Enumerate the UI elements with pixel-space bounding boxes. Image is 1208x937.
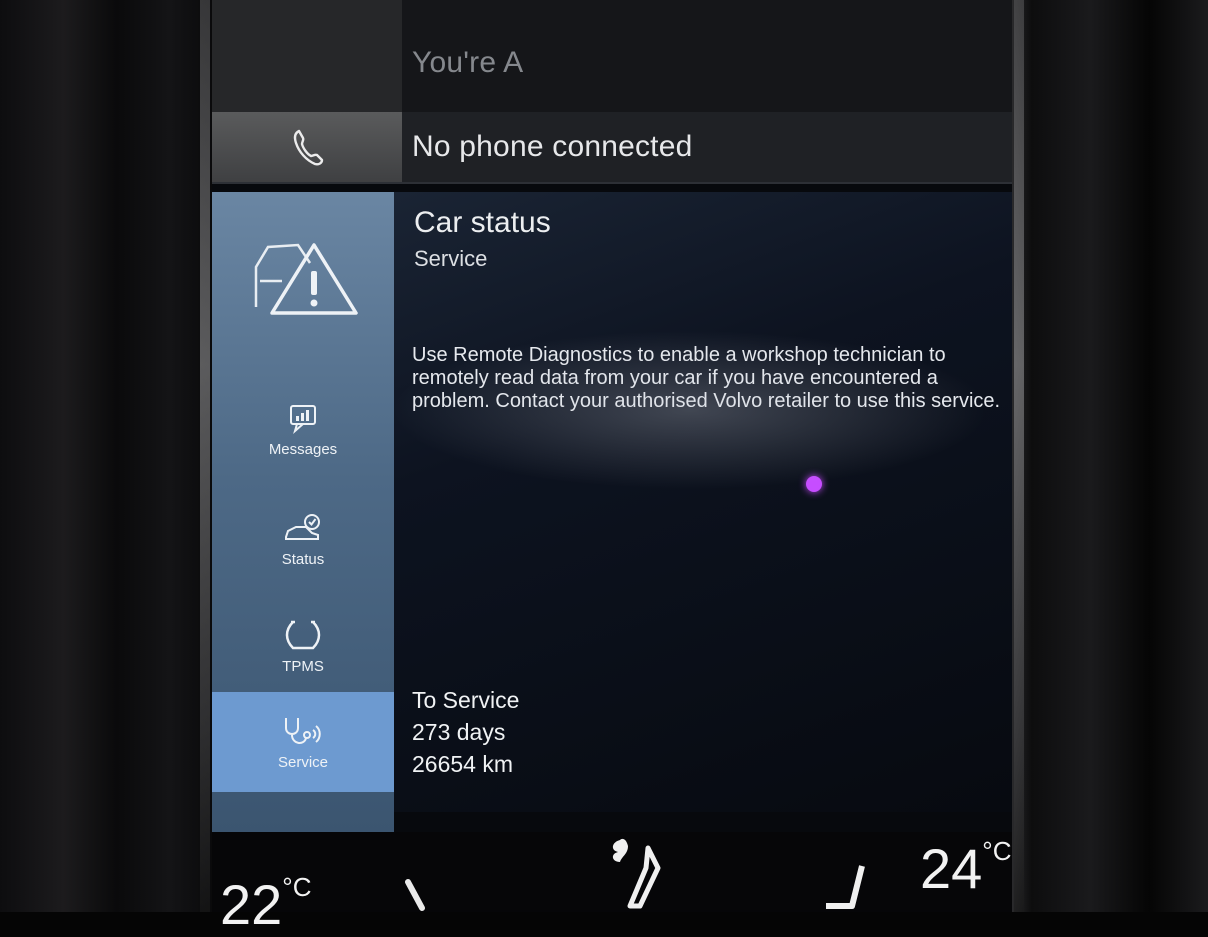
sidebar-item-tpms[interactable]: TPMS xyxy=(212,596,394,696)
sidebar-item-label: Messages xyxy=(268,440,338,458)
infotainment-screen: You're A No phone connected Messages Sta… xyxy=(212,0,1012,936)
service-panel: Car status Service Use Remote Diagnostic… xyxy=(394,192,1012,812)
tpms-icon xyxy=(285,620,321,649)
phone-tile[interactable]: No phone connected xyxy=(212,112,1012,184)
right-temp-value: 24 xyxy=(920,837,983,900)
messages-icon xyxy=(290,404,316,434)
service-km: 26654 km xyxy=(412,751,514,777)
phone-icon-area xyxy=(212,112,402,182)
left-temp-value: 22 xyxy=(220,873,283,936)
sidebar: Messages Status TPMS Service xyxy=(212,192,394,832)
service-days: 273 days xyxy=(412,719,506,745)
car-warning-icon xyxy=(254,243,358,315)
fan-icon[interactable] xyxy=(600,832,690,912)
indicator-dot xyxy=(806,476,822,492)
bezel-right xyxy=(1012,0,1208,912)
phone-icon xyxy=(293,129,324,166)
right-temp-unit: °C xyxy=(982,836,1012,866)
seat-heat-icon[interactable] xyxy=(822,862,882,912)
stethoscope-icon xyxy=(285,717,321,744)
remote-diagnostics-text: Use Remote Diagnostics to enable a works… xyxy=(412,344,1001,412)
phone-status-text: No phone connected xyxy=(412,130,693,163)
top-tile[interactable]: You're A xyxy=(212,0,1012,112)
sidebar-item-messages[interactable]: Messages xyxy=(212,380,394,480)
bezel-left xyxy=(0,0,212,912)
car-status-icon xyxy=(285,513,320,540)
top-tile-icon-area xyxy=(212,0,402,112)
service-info: To Service 273 days 26654 km xyxy=(412,684,519,780)
page-title: Car status xyxy=(414,206,551,239)
left-temp-unit: °C xyxy=(282,872,312,902)
right-temperature[interactable]: 24°C xyxy=(920,836,1011,901)
sidebar-item-service[interactable]: Service xyxy=(212,692,394,792)
climate-bar: 22°C 24°C xyxy=(212,832,1012,936)
bezel-edge-left xyxy=(200,0,210,912)
sidebar-item-label: Service xyxy=(277,753,329,771)
page-subtitle: Service xyxy=(414,246,488,271)
sidebar-item-label: Status xyxy=(281,550,325,568)
left-temperature[interactable]: 22°C xyxy=(220,872,311,937)
sidebar-item-label: TPMS xyxy=(282,657,324,675)
top-tile-text: You're A xyxy=(412,46,524,79)
to-service-label: To Service xyxy=(412,687,520,713)
sidebar-item-status[interactable]: Status xyxy=(212,490,394,590)
bezel-edge-right xyxy=(1014,0,1024,912)
chevron-icon[interactable] xyxy=(402,876,442,912)
